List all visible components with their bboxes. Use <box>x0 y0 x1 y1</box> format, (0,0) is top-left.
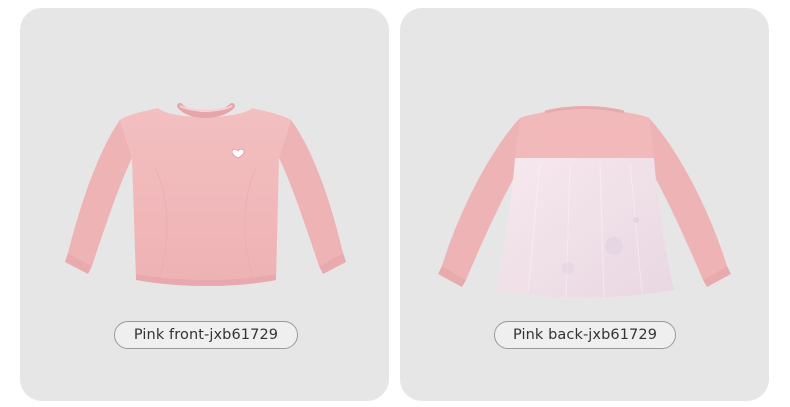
product-image-card-back[interactable]: Pink back-jxb61729 <box>400 8 769 401</box>
product-gallery: Pink front-jxb61729 Pink back-jxb61729 <box>0 0 790 407</box>
pink-shirt-front-image <box>65 103 346 286</box>
front-caption-label: Pink front-jxb61729 <box>114 321 298 349</box>
pink-shirt-back-image <box>438 106 731 299</box>
product-image-card-front[interactable]: Pink front-jxb61729 <box>20 8 389 401</box>
back-caption-label: Pink back-jxb61729 <box>494 321 676 349</box>
